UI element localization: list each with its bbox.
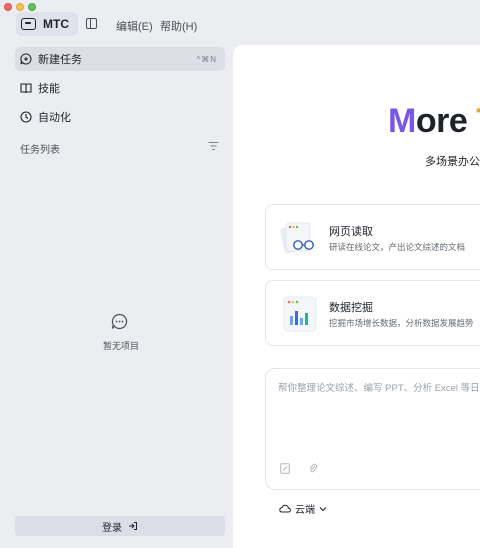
- menu-help[interactable]: 帮助(H): [160, 18, 197, 34]
- prompt-composer[interactable]: 帮你整理论文综述、编写 PPT、分析 Excel 等日: [265, 368, 480, 490]
- empty-chat-icon: [111, 313, 128, 330]
- new-task-shortcut: ^⌘N: [196, 54, 217, 64]
- sidebar-item-skills[interactable]: 技能: [15, 76, 225, 100]
- hero-title: More T: [388, 102, 480, 140]
- task-list-header: 任务列表: [20, 145, 60, 156]
- model-select[interactable]: 云端: [279, 501, 327, 516]
- web-reading-illustration: [280, 222, 314, 254]
- menu-edit[interactable]: 编辑(E): [116, 18, 153, 34]
- card-title: 数据挖掘: [329, 302, 373, 314]
- card-description: 挖掘市场增长数据，分析数据发展趋势: [329, 318, 474, 328]
- close-window-button[interactable]: [4, 3, 12, 11]
- prompt-input[interactable]: 帮你整理论文综述、编写 PPT、分析 Excel 等日: [278, 380, 480, 394]
- sidebar-toggle-icon[interactable]: [86, 18, 97, 29]
- top-bar: MTC 编辑(E) 帮助(H): [0, 0, 480, 45]
- card-description: 研读在线论文，产出论文综述的文档: [329, 242, 466, 252]
- cloud-icon: [279, 504, 291, 513]
- clock-icon: [20, 111, 32, 123]
- automation-label: 自动化: [38, 112, 71, 124]
- empty-state-text: 暂无项目: [103, 341, 140, 351]
- window-controls: [4, 3, 36, 11]
- model-select-label: 云端: [295, 505, 315, 516]
- chevron-down-icon: [319, 506, 327, 511]
- brand-button[interactable]: MTC: [16, 12, 78, 36]
- filter-icon[interactable]: [208, 141, 219, 151]
- data-mining-illustration: [283, 296, 317, 332]
- terminal-icon: [21, 18, 36, 30]
- sidebar-item-new-task[interactable]: 新建任务 ^⌘N: [15, 47, 225, 71]
- minimize-window-button[interactable]: [16, 3, 24, 11]
- skills-label: 技能: [38, 83, 60, 95]
- main-panel: More T 多场景办公 网页读取 研读在线论文，产出论文综述的文档 数据挖掘: [233, 45, 480, 548]
- attachment-icon[interactable]: [308, 463, 318, 474]
- skill-card-data-mining[interactable]: 数据挖掘 挖掘市场增长数据，分析数据发展趋势: [265, 280, 480, 346]
- book-icon: [20, 83, 32, 94]
- maximize-window-button[interactable]: [28, 3, 36, 11]
- new-chat-icon: [20, 53, 32, 65]
- new-task-label: 新建任务: [38, 54, 82, 66]
- file-icon[interactable]: [280, 463, 290, 474]
- sidebar-item-automation[interactable]: 自动化: [15, 105, 225, 129]
- login-button[interactable]: 登录: [15, 516, 225, 536]
- login-label: 登录: [102, 522, 122, 534]
- card-title: 网页读取: [329, 226, 373, 238]
- hero-subtitle: 多场景办公: [425, 156, 480, 168]
- brand-name: MTC: [43, 17, 69, 31]
- login-icon: [129, 522, 137, 530]
- skill-card-web-reading[interactable]: 网页读取 研读在线论文，产出论文综述的文档: [265, 204, 480, 270]
- sidebar: 新建任务 ^⌘N 技能 自动化 任务列表 暂无项目 登录: [0, 45, 233, 548]
